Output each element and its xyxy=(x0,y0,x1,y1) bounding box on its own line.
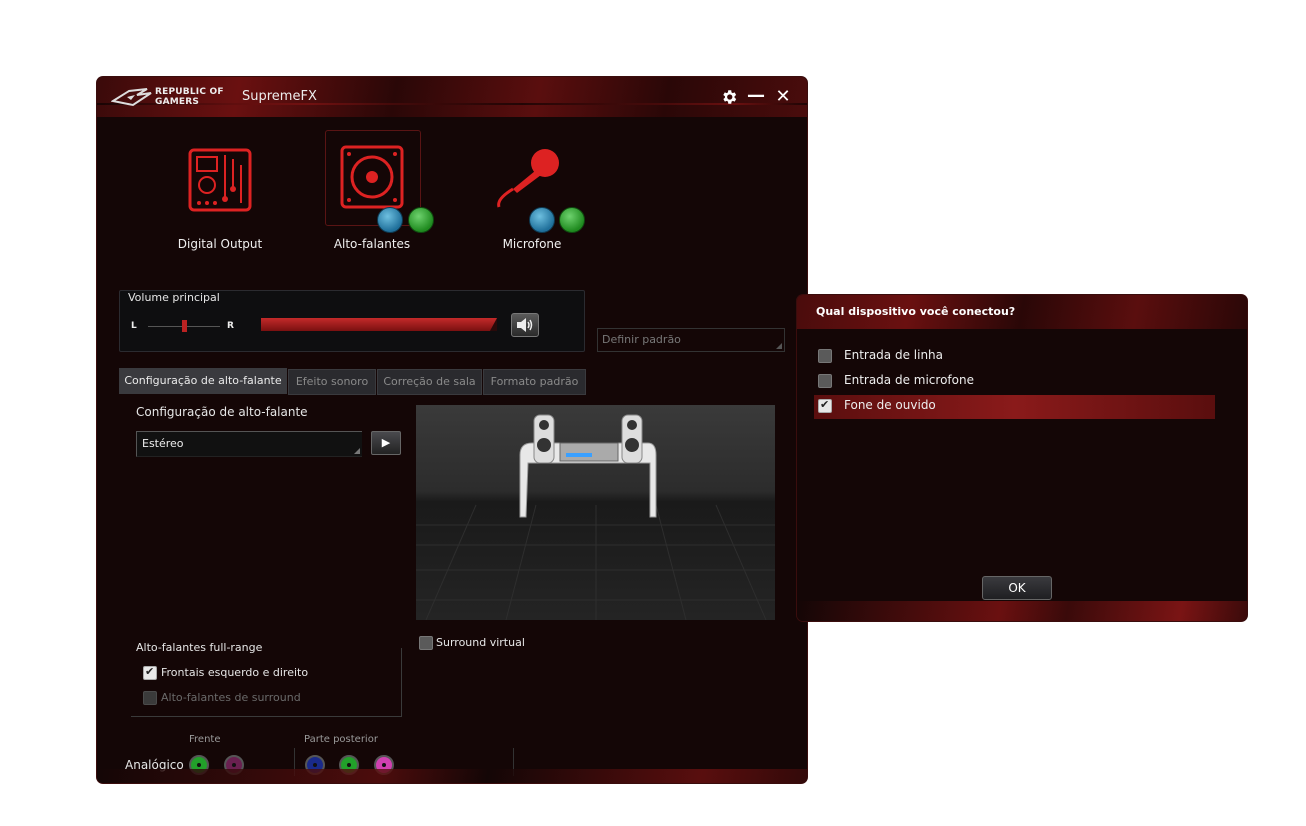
set-default-button[interactable]: Definir padrão xyxy=(597,328,785,352)
chat-icon[interactable] xyxy=(529,207,555,233)
bottom-decoration xyxy=(97,769,807,783)
rog-eye-icon xyxy=(111,88,152,107)
check-icon xyxy=(559,207,585,233)
brand-line-1: REPUBLIC OF xyxy=(155,87,224,97)
microphone-icon xyxy=(497,149,559,208)
device-digital-output[interactable]: Digital Output xyxy=(177,137,263,251)
volume-slider[interactable] xyxy=(261,318,497,331)
headphones-checkbox[interactable] xyxy=(818,398,832,413)
corner-arrow-icon xyxy=(776,343,782,349)
mute-button[interactable] xyxy=(511,313,539,337)
chevron-down-icon xyxy=(354,448,360,454)
surround-virtual-label: Surround virtual xyxy=(436,636,525,649)
line-in-label: Entrada de linha xyxy=(844,348,944,362)
circuit-board-icon xyxy=(188,148,252,212)
balance-left-label: L xyxy=(131,321,137,331)
checkbox-box xyxy=(419,636,433,650)
dialog-title-bar[interactable]: Qual dispositivo você conectou? xyxy=(797,295,1247,329)
device-speakers[interactable]: Alto-falantes xyxy=(325,130,434,254)
device-label: Microfone xyxy=(502,237,562,251)
checkbox-box xyxy=(143,665,157,680)
title-bar[interactable]: REPUBLIC OF GAMERS SupremeFX — ✕ xyxy=(97,77,807,117)
full-range-group xyxy=(131,648,402,717)
checkbox-box xyxy=(818,398,832,413)
speaker-icon xyxy=(340,145,404,209)
front-jacks-label: Frente xyxy=(189,734,221,745)
checkbox-box xyxy=(143,691,157,705)
play-test-button[interactable]: ▶ xyxy=(371,431,401,455)
tab-speaker-config[interactable]: Configuração de alto-falante xyxy=(119,368,287,394)
balance-right-label: R xyxy=(227,321,234,331)
checkbox-box xyxy=(818,349,832,363)
volume-slider-fill xyxy=(261,318,497,331)
tab-default-format[interactable]: Formato padrão xyxy=(483,369,586,395)
surround-speakers-label: Alto-falantes de surround xyxy=(161,691,301,704)
tab-sound-effect[interactable]: Efeito sonoro xyxy=(288,369,376,395)
app-title: SupremeFX xyxy=(242,89,317,104)
device-label: Digital Output xyxy=(177,237,263,251)
minimize-button[interactable]: — xyxy=(747,85,765,106)
headphones-label: Fone de ouvido xyxy=(844,398,936,412)
set-default-label: Definir padrão xyxy=(602,333,681,346)
surround-speakers-checkbox xyxy=(143,691,157,705)
front-lr-checkbox[interactable] xyxy=(143,665,157,680)
mic-in-checkbox[interactable] xyxy=(818,374,832,388)
rear-jacks-label: Parte posterior xyxy=(304,734,378,745)
speaker-preview xyxy=(416,405,775,620)
full-range-title: Alto-falantes full-range xyxy=(136,641,267,654)
speaker-config-select[interactable]: Estéreo xyxy=(136,431,362,457)
gear-icon[interactable] xyxy=(720,88,738,106)
ok-button[interactable]: OK xyxy=(982,576,1052,600)
brand-line-2: GAMERS xyxy=(155,97,200,107)
line-in-checkbox[interactable] xyxy=(818,349,832,363)
balance-slider-thumb[interactable] xyxy=(181,320,187,332)
device-detected-dialog: Qual dispositivo você conectou? Entrada … xyxy=(797,295,1247,621)
speaker-config-label: Configuração de alto-falante xyxy=(136,405,308,419)
mic-in-label: Entrada de microfone xyxy=(844,373,974,387)
volume-panel: Volume principal L R xyxy=(119,290,585,352)
front-lr-label: Frontais esquerdo e direito xyxy=(161,666,309,679)
device-label: Alto-falantes xyxy=(333,237,411,251)
checkbox-box xyxy=(818,374,832,388)
tab-room-correction[interactable]: Correção de sala xyxy=(377,369,482,395)
check-icon xyxy=(408,207,434,233)
dialog-bottom-decoration xyxy=(797,601,1247,621)
surround-virtual-checkbox[interactable] xyxy=(419,636,433,650)
speaker-setup-illustration xyxy=(416,414,775,620)
close-button[interactable]: ✕ xyxy=(773,86,793,107)
speaker-volume-icon xyxy=(517,318,533,332)
chat-icon[interactable] xyxy=(377,207,403,233)
volume-title: Volume principal xyxy=(128,291,220,304)
speaker-config-value: Estéreo xyxy=(142,437,184,450)
device-microphone[interactable]: Microfone xyxy=(477,137,587,253)
dialog-title: Qual dispositivo você conectou? xyxy=(816,305,1016,318)
supremefx-window: REPUBLIC OF GAMERS SupremeFX — ✕ Digital… xyxy=(97,77,807,783)
